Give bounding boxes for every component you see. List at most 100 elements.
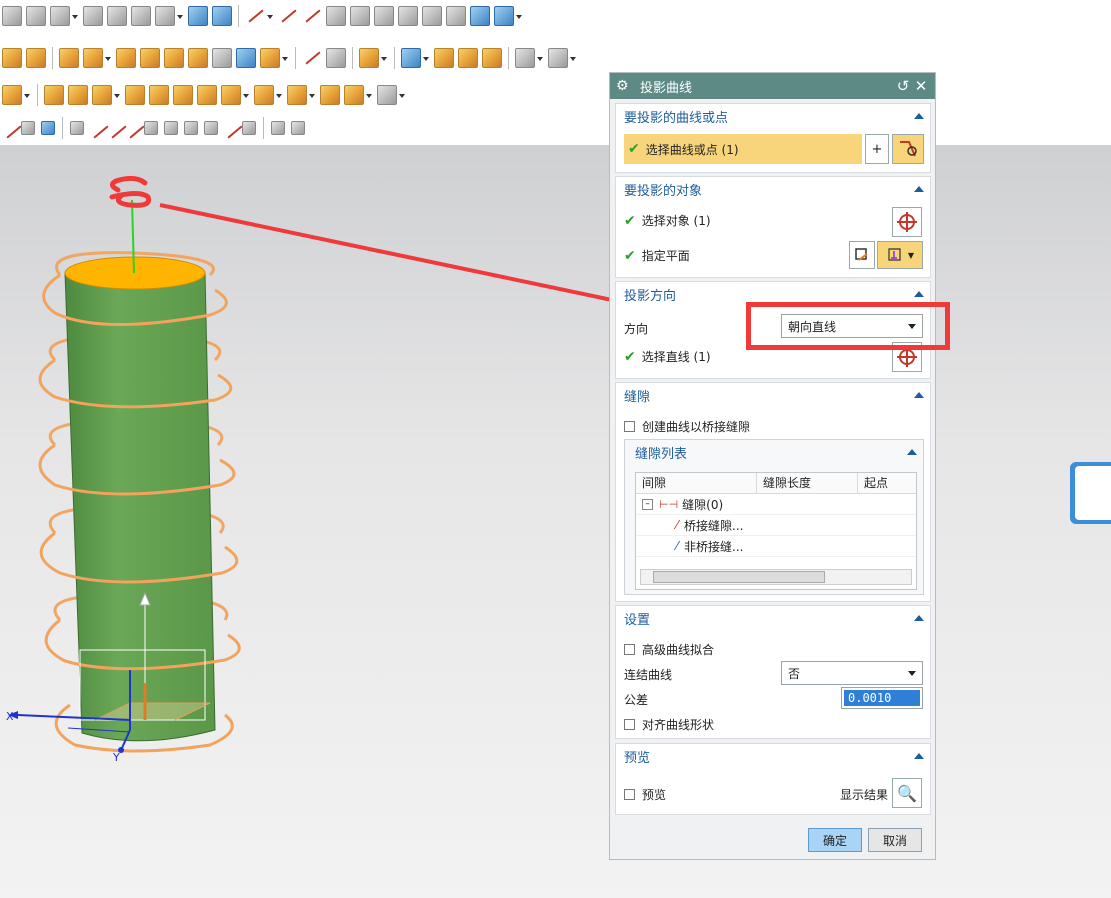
ok-button[interactable]: 确定 bbox=[808, 828, 862, 852]
snap-icon[interactable] bbox=[144, 121, 158, 135]
section-header[interactable]: 设置 bbox=[616, 606, 930, 630]
section-header[interactable]: 要投影的曲线或点 bbox=[616, 104, 930, 128]
tool-icon[interactable] bbox=[434, 48, 454, 68]
feature-icon[interactable] bbox=[188, 48, 208, 68]
advanced-fit-checkbox[interactable] bbox=[624, 644, 635, 655]
curve-rule-button[interactable]: + bbox=[865, 134, 889, 164]
column-header[interactable]: 缝隙长度 bbox=[757, 473, 858, 493]
tool-icon[interactable] bbox=[359, 48, 379, 68]
tool-icon[interactable] bbox=[326, 48, 346, 68]
feature-icon[interactable] bbox=[59, 48, 79, 68]
snap-icon[interactable] bbox=[126, 122, 138, 134]
create-bridge-checkbox[interactable] bbox=[624, 421, 635, 432]
feature-icon[interactable] bbox=[287, 85, 307, 105]
snap-icon[interactable] bbox=[204, 121, 218, 135]
snap-icon[interactable] bbox=[21, 121, 35, 135]
reset-icon[interactable]: ↺ bbox=[895, 77, 911, 95]
floating-assistant-widget[interactable]: ⏻ bbox=[1070, 462, 1111, 524]
select-object-row[interactable]: ✔ 选择对象 (1) bbox=[624, 212, 711, 229]
plane-type-dropdown[interactable]: ▼ bbox=[877, 241, 923, 269]
specify-plane-row[interactable]: ✔ 指定平面 bbox=[624, 247, 690, 264]
tool-icon[interactable] bbox=[350, 6, 370, 26]
feature-icon[interactable] bbox=[260, 48, 280, 68]
feature-icon[interactable] bbox=[377, 85, 397, 105]
feature-icon[interactable] bbox=[83, 48, 103, 68]
snap-icon[interactable] bbox=[224, 122, 236, 134]
select-object-button[interactable] bbox=[892, 207, 922, 237]
tool-icon[interactable] bbox=[374, 6, 394, 26]
feature-icon[interactable] bbox=[44, 85, 64, 105]
tool-icon[interactable] bbox=[482, 48, 502, 68]
tool-icon[interactable] bbox=[422, 6, 442, 26]
feature-icon[interactable] bbox=[2, 48, 22, 68]
tree-row-unbridged[interactable]: ⁄ 非桥接缝... bbox=[636, 536, 916, 557]
tool-icon[interactable] bbox=[446, 6, 466, 26]
tool-icon[interactable] bbox=[515, 48, 535, 68]
snap-icon[interactable] bbox=[271, 121, 285, 135]
feature-icon[interactable] bbox=[116, 48, 136, 68]
feature-icon[interactable] bbox=[254, 85, 274, 105]
column-header[interactable]: 间隙 bbox=[636, 473, 757, 493]
tool-icon[interactable] bbox=[83, 6, 103, 26]
gap-list-header[interactable]: 缝隙列表 bbox=[625, 440, 923, 464]
feature-icon[interactable] bbox=[221, 85, 241, 105]
cancel-button[interactable]: 取消 bbox=[868, 828, 922, 852]
tool-icon[interactable] bbox=[107, 6, 127, 26]
arc-icon[interactable] bbox=[302, 6, 322, 26]
snap-icon[interactable] bbox=[90, 122, 102, 134]
snap-icon[interactable] bbox=[3, 122, 15, 134]
line-icon[interactable] bbox=[278, 6, 298, 26]
feature-icon[interactable] bbox=[236, 48, 256, 68]
tool-icon[interactable] bbox=[326, 6, 346, 26]
feature-icon[interactable] bbox=[344, 85, 364, 105]
tool-icon[interactable] bbox=[155, 6, 175, 26]
collapse-icon[interactable] bbox=[914, 615, 924, 621]
section-header[interactable]: 预览 bbox=[616, 744, 930, 768]
feature-icon[interactable] bbox=[92, 85, 112, 105]
select-curve-row[interactable]: ✔ 选择曲线或点 (1) bbox=[624, 134, 862, 164]
align-shape-row[interactable]: 对齐曲线形状 bbox=[624, 716, 714, 733]
collapse-icon[interactable] bbox=[914, 113, 924, 119]
advanced-fit-row[interactable]: 高级曲线拟合 bbox=[624, 641, 714, 658]
line-icon[interactable] bbox=[245, 6, 265, 26]
edit-icon[interactable] bbox=[2, 6, 22, 26]
feature-icon[interactable] bbox=[149, 85, 169, 105]
snap-icon[interactable] bbox=[41, 121, 55, 135]
tree-collapse-icon[interactable]: – bbox=[642, 498, 653, 510]
tool-icon[interactable] bbox=[188, 6, 208, 26]
create-bridge-row[interactable]: 创建曲线以桥接缝隙 bbox=[624, 418, 750, 435]
tool-icon[interactable] bbox=[401, 48, 421, 68]
tool-icon[interactable] bbox=[458, 48, 478, 68]
snap-icon[interactable] bbox=[164, 121, 178, 135]
feature-icon[interactable] bbox=[68, 85, 88, 105]
feature-icon[interactable] bbox=[173, 85, 193, 105]
tool-icon[interactable] bbox=[398, 6, 418, 26]
preview-checkbox[interactable] bbox=[624, 789, 635, 800]
tree-row-bridged[interactable]: ⁄ 桥接缝隙... bbox=[636, 515, 916, 536]
collapse-icon[interactable] bbox=[914, 392, 924, 398]
tool-icon[interactable] bbox=[212, 6, 232, 26]
line-icon[interactable] bbox=[302, 48, 322, 68]
snap-icon[interactable] bbox=[242, 121, 256, 135]
collapse-icon[interactable] bbox=[907, 449, 917, 455]
tool-icon[interactable] bbox=[131, 6, 151, 26]
feature-icon[interactable] bbox=[212, 48, 232, 68]
tool-icon[interactable] bbox=[494, 6, 514, 26]
feature-icon[interactable] bbox=[320, 85, 340, 105]
align-shape-checkbox[interactable] bbox=[624, 719, 635, 730]
collapse-icon[interactable] bbox=[914, 291, 924, 297]
feature-icon[interactable] bbox=[2, 85, 22, 105]
select-curve-icon[interactable] bbox=[892, 134, 924, 164]
horizontal-scrollbar[interactable] bbox=[640, 569, 912, 585]
feature-icon[interactable] bbox=[197, 85, 217, 105]
edit-icon[interactable] bbox=[26, 6, 46, 26]
feature-icon[interactable] bbox=[164, 48, 184, 68]
tree-row-root[interactable]: – ⊢⊣ 缝隙(0) bbox=[636, 494, 916, 515]
plane-dialog-button[interactable] bbox=[849, 241, 875, 269]
tool-icon[interactable] bbox=[548, 48, 568, 68]
column-header[interactable]: 起点 bbox=[858, 473, 914, 493]
graphics-viewport[interactable]: X Y bbox=[0, 145, 1111, 898]
section-header[interactable]: 要投影的对象 bbox=[616, 177, 930, 201]
feature-icon[interactable] bbox=[140, 48, 160, 68]
tool-icon[interactable] bbox=[50, 6, 70, 26]
